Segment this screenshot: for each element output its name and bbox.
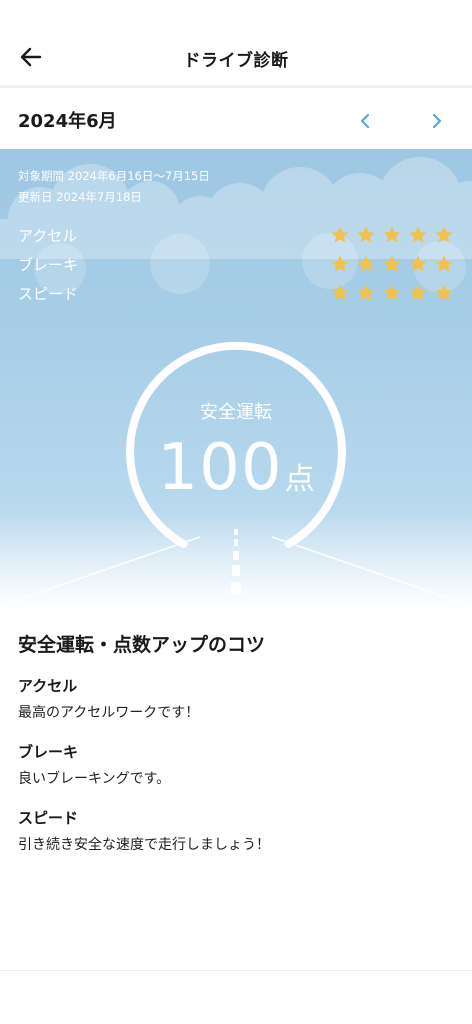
star-icon: [331, 255, 349, 272]
month-navigation: 2024年6月: [0, 91, 472, 149]
rating-row-brake: ブレーキ: [18, 254, 454, 276]
score-panel: 対象期間 2024年6月16日〜7月15日 更新日 2024年7月18日 アクセ…: [0, 149, 472, 611]
chevron-right-icon: [432, 113, 442, 129]
rating-label: アクセル: [18, 227, 78, 245]
period-text: 対象期間 2024年6月16日〜7月15日: [18, 169, 210, 183]
score-title: 安全運転: [200, 402, 272, 423]
score-unit: 点: [284, 462, 315, 497]
updated-date: 更新日 2024年7月18日: [18, 190, 142, 204]
star-icon: [409, 284, 427, 301]
star-rating: [330, 254, 454, 274]
star-icon: [435, 226, 453, 243]
tip-title: スピード: [18, 809, 79, 827]
star-icon: [383, 255, 401, 272]
sky-road-illustration: [0, 157, 472, 607]
rating-label: ブレーキ: [18, 256, 79, 274]
previous-month-button[interactable]: [351, 106, 381, 136]
tips-section: 安全運転・点数アップのコツ アクセル 最高のアクセルワークです！ ブレーキ 良い…: [18, 630, 458, 873]
star-icon: [357, 255, 375, 272]
tip-speed: スピード 引き続き安全な速度で走行しましょう！: [18, 807, 458, 854]
page-title: ドライブ診断: [183, 51, 289, 71]
star-icon: [357, 226, 375, 243]
month-label: 2024年6月: [18, 111, 117, 132]
rating-label: スピード: [18, 285, 79, 303]
tip-title: アクセル: [18, 677, 78, 695]
tip-brake: ブレーキ 良いブレーキングです。: [18, 741, 458, 788]
star-icon: [435, 255, 453, 272]
tip-body: 最高のアクセルワークです！: [18, 705, 200, 721]
score-value: 100: [157, 431, 283, 505]
rating-row-accel: アクセル: [18, 225, 454, 247]
tip-body: 良いブレーキングです。: [18, 771, 171, 787]
tips-heading: 安全運転・点数アップのコツ: [18, 634, 266, 656]
star-icon: [383, 226, 401, 243]
tip-body: 引き続き安全な速度で走行しましょう！: [18, 837, 270, 853]
chevron-left-icon: [360, 113, 370, 129]
app-bar: ドライブ診断: [0, 0, 472, 88]
star-icon: [357, 284, 375, 301]
star-icon: [409, 255, 427, 272]
star-rating: [330, 283, 454, 303]
next-month-button[interactable]: [421, 106, 451, 136]
star-icon: [435, 284, 453, 301]
star-icon: [383, 284, 401, 301]
star-icon: [409, 226, 427, 243]
star-icon: [331, 226, 349, 243]
rating-row-speed: スピード: [18, 283, 454, 305]
star-icon: [331, 284, 349, 301]
score-display: 100点: [0, 431, 472, 505]
star-rating: [330, 225, 454, 245]
bottom-divider: [0, 970, 472, 971]
tip-title: ブレーキ: [18, 743, 79, 761]
tip-accel: アクセル 最高のアクセルワークです！: [18, 675, 458, 722]
